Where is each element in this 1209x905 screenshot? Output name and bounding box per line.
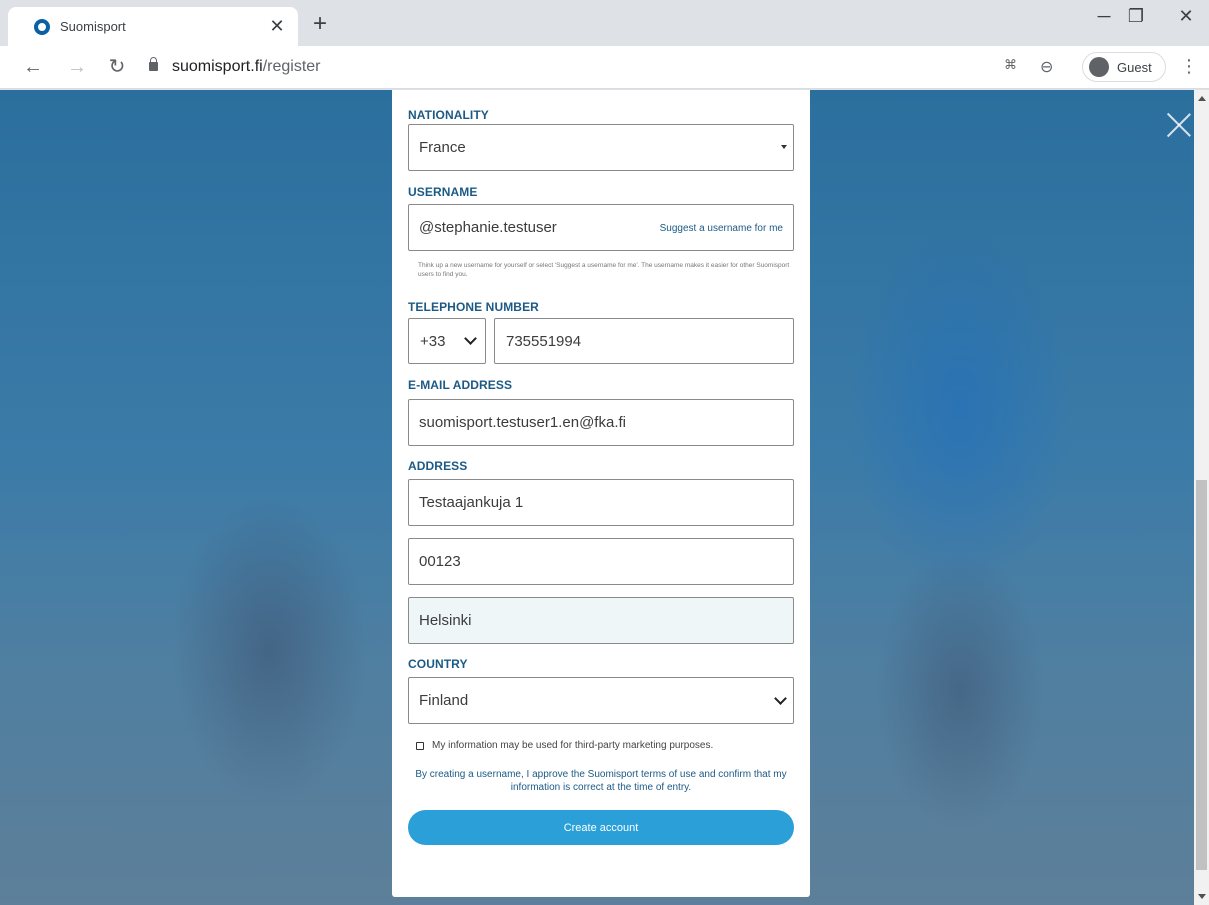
phone-number-input[interactable]: 735551994 bbox=[494, 318, 794, 364]
username-value: @stephanie.testuser bbox=[419, 219, 557, 236]
country-select[interactable]: Finland bbox=[408, 677, 794, 724]
tab-title: Suomisport bbox=[60, 19, 126, 34]
city-value: Helsinki bbox=[419, 612, 472, 629]
email-input[interactable]: suomisport.testuser1.en@fka.fi bbox=[408, 399, 794, 446]
street-value: Testaajankuja 1 bbox=[419, 494, 524, 511]
close-icon[interactable] bbox=[1166, 112, 1192, 138]
registration-form: NATIONALITY France USERNAME @stephanie.t… bbox=[392, 90, 810, 897]
email-label: E-MAIL ADDRESS bbox=[408, 378, 513, 392]
nationality-label: NATIONALITY bbox=[408, 108, 489, 122]
translate-icon[interactable]: ⌘ bbox=[1004, 57, 1017, 73]
new-tab-button[interactable]: + bbox=[313, 12, 327, 36]
forward-button[interactable]: → bbox=[64, 55, 90, 79]
close-window-button[interactable]: ✕ bbox=[1163, 6, 1209, 27]
country-label: COUNTRY bbox=[408, 657, 468, 671]
create-account-button[interactable]: Create account bbox=[408, 810, 794, 845]
lock-icon[interactable] bbox=[149, 57, 158, 71]
phone-prefix-value: +33 bbox=[420, 332, 446, 350]
back-button[interactable]: ← bbox=[20, 55, 46, 79]
restore-button[interactable]: ❐ bbox=[1113, 6, 1159, 27]
reload-button[interactable]: ↻ bbox=[104, 55, 130, 79]
scroll-down-icon[interactable] bbox=[1198, 894, 1206, 899]
profile-button[interactable]: Guest bbox=[1082, 52, 1166, 82]
url-path: /register bbox=[262, 58, 321, 75]
username-input[interactable]: @stephanie.testuser Suggest a username f… bbox=[408, 204, 794, 251]
phone-number-value: 735551994 bbox=[506, 332, 582, 350]
phone-prefix-select[interactable]: +33 bbox=[408, 318, 486, 364]
nationality-select[interactable]: France bbox=[408, 124, 794, 171]
chevron-down-icon bbox=[464, 332, 477, 345]
username-hint: Think up a new username for yourself or … bbox=[418, 262, 790, 278]
chevron-down-icon bbox=[774, 692, 787, 705]
browser-tab[interactable]: Suomisport ✕ bbox=[8, 7, 298, 46]
page-viewport: NATIONALITY France USERNAME @stephanie.t… bbox=[0, 90, 1209, 905]
url-domain: suomisport.fi bbox=[172, 58, 263, 75]
suomisport-favicon-icon bbox=[34, 18, 50, 35]
terms-text: By creating a username, I approve the Su… bbox=[415, 769, 787, 793]
browser-toolbar: ← → ↻ suomisport.fi/register ⌘ ⊖ Guest ⋮ bbox=[0, 46, 1209, 89]
email-value: suomisport.testuser1.en@fka.fi bbox=[419, 414, 626, 431]
profile-label: Guest bbox=[1117, 59, 1152, 75]
scroll-thumb[interactable] bbox=[1196, 480, 1207, 870]
tab-strip: Suomisport ✕ + ─ ❐ ✕ bbox=[0, 0, 1209, 46]
postal-code-value: 00123 bbox=[419, 553, 461, 570]
marketing-consent-row[interactable]: My information may be used for third-par… bbox=[416, 740, 713, 751]
username-label: USERNAME bbox=[408, 185, 478, 199]
address-label: ADDRESS bbox=[408, 459, 468, 473]
marketing-consent-label: My information may be used for third-par… bbox=[432, 740, 714, 751]
tab-close-icon[interactable]: ✕ bbox=[264, 16, 290, 37]
telephone-label: TELEPHONE NUMBER bbox=[408, 300, 539, 314]
suggest-username-link[interactable]: Suggest a username for me bbox=[660, 223, 783, 234]
marketing-consent-checkbox[interactable] bbox=[416, 741, 424, 750]
menu-icon[interactable]: ⋮ bbox=[1180, 56, 1198, 76]
street-address-input[interactable]: Testaajankuja 1 bbox=[408, 479, 794, 526]
scrollbar[interactable] bbox=[1194, 90, 1209, 905]
country-value: Finland bbox=[419, 692, 469, 709]
scroll-up-icon[interactable] bbox=[1198, 96, 1206, 101]
caret-down-icon bbox=[781, 145, 787, 149]
guest-avatar-icon bbox=[1089, 57, 1109, 77]
city-input[interactable]: Helsinki bbox=[408, 597, 794, 644]
postal-code-input[interactable]: 00123 bbox=[408, 538, 794, 585]
address-bar[interactable]: suomisport.fi/register bbox=[172, 58, 321, 76]
zoom-icon[interactable]: ⊖ bbox=[1040, 57, 1053, 77]
nationality-value: France bbox=[419, 139, 466, 156]
